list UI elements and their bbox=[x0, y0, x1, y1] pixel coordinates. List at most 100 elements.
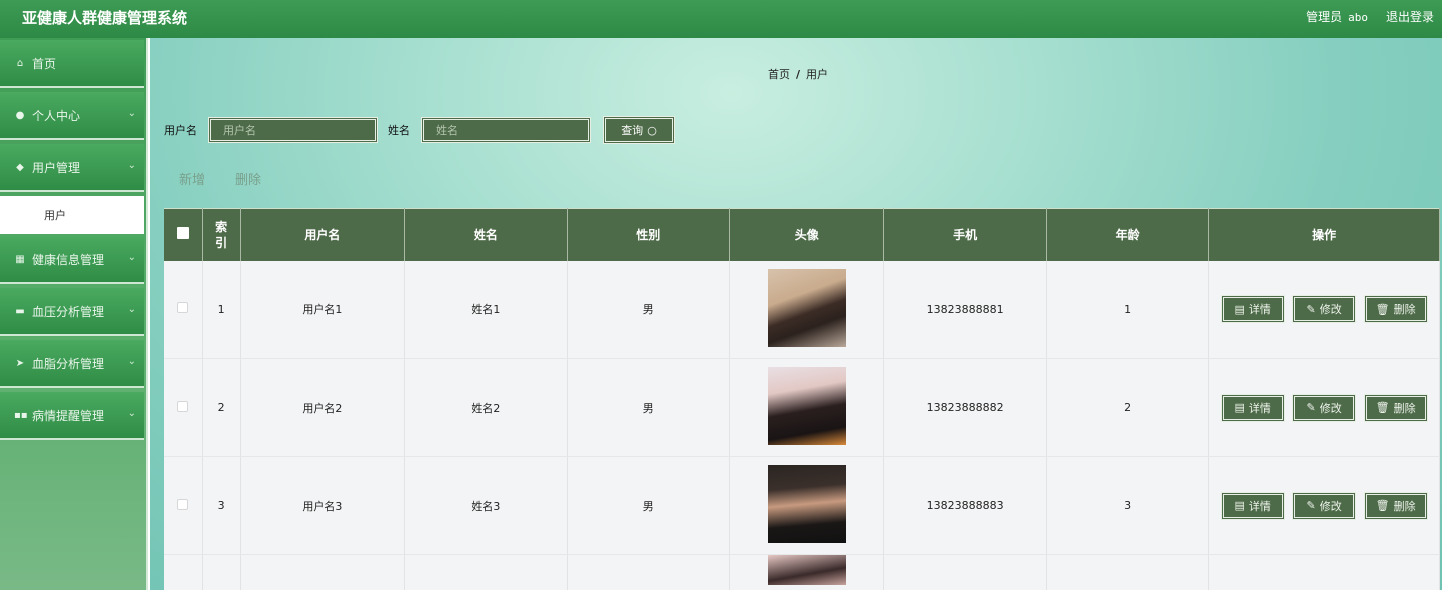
search-icon: ○ bbox=[647, 123, 657, 137]
document-icon: ▤ bbox=[1234, 302, 1245, 316]
table-row bbox=[164, 554, 1440, 590]
chevron-down-icon: ⌄ bbox=[127, 160, 136, 171]
column-header: 性别 bbox=[567, 208, 731, 261]
app-title: 亚健康人群健康管理系统 bbox=[22, 9, 188, 27]
table-row: 1 用户名1 姓名1 男 13823888881 1 ▤ 详情 ✎ 修改 🗑 删除 bbox=[164, 260, 1440, 359]
add-button[interactable]: 新增 bbox=[179, 169, 205, 188]
trash-icon: 🗑 bbox=[1375, 401, 1390, 414]
person-icon: ● bbox=[15, 109, 25, 121]
detail-button[interactable]: ▤ 详情 bbox=[1220, 393, 1285, 422]
row-actions: ▤ 详情 ✎ 修改 🗑 删除 bbox=[1208, 358, 1440, 457]
row-actions: ▤ 详情 ✎ 修改 🗑 删除 bbox=[1208, 456, 1440, 555]
column-header: 年龄 bbox=[1046, 208, 1210, 261]
sidebar-item-label: 血压分析管理 bbox=[32, 304, 105, 319]
document-icon: ▤ bbox=[1234, 401, 1245, 414]
row-checkbox[interactable] bbox=[177, 302, 189, 314]
user-table: 索引 用户名 姓名 性别 头像 手机 年龄 操作 1 用户名1 姓名1 男 13… bbox=[164, 208, 1440, 590]
pencil-icon: ✎ bbox=[1306, 401, 1316, 414]
row-gender: 男 bbox=[567, 456, 731, 555]
detail-button[interactable]: ▤ 详情 bbox=[1220, 491, 1285, 520]
home-icon: ⌂ bbox=[16, 57, 24, 69]
sidebar-item-user-management[interactable]: ◆ 用户管理 ⌄ bbox=[0, 144, 144, 192]
row-actions: ▤ 详情 ✎ 修改 🗑 删除 bbox=[1208, 260, 1440, 359]
row-username: 用户名3 bbox=[240, 456, 406, 555]
sidebar-item-personal-center[interactable]: ● 个人中心 ⌄ bbox=[0, 92, 144, 140]
column-header: 索引 bbox=[202, 208, 241, 261]
sidebar-item-label: 用户管理 bbox=[32, 160, 81, 175]
row-phone: 13823888882 bbox=[883, 358, 1047, 457]
document-icon: ▤ bbox=[1234, 499, 1245, 512]
delete-label: 删除 bbox=[1393, 401, 1416, 415]
apps-icon: ▪▪ bbox=[14, 409, 28, 421]
top-right-area: 管理员 abo 退出登录 bbox=[1306, 8, 1434, 25]
grid-icon: ▦ bbox=[15, 253, 25, 265]
sidebar-item-blood-lipid[interactable]: ➤ 血脂分析管理 ⌄ bbox=[0, 340, 144, 388]
breadcrumb-home[interactable]: 首页 bbox=[768, 68, 790, 81]
detail-label: 详情 bbox=[1248, 401, 1271, 415]
table-header-row: 索引 用户名 姓名 性别 头像 手机 年龄 操作 bbox=[164, 208, 1440, 261]
chevron-down-icon: ⌄ bbox=[127, 108, 136, 119]
sidebar-subitem-users[interactable]: 用户 bbox=[0, 196, 144, 234]
query-button[interactable]: 查询 ○ bbox=[603, 116, 675, 144]
query-label: 查询 bbox=[621, 124, 644, 137]
search-form: 用户名 姓名 查询 ○ bbox=[164, 116, 675, 144]
sidebar-item-health-info[interactable]: ▦ 健康信息管理 ⌄ bbox=[0, 236, 144, 284]
sidebar: ⌂ 首页 ● 个人中心 ⌄ ◆ 用户管理 ⌄ 用户 ▦ 健康信息管理 ⌄ ▬ 血… bbox=[0, 38, 148, 590]
column-header: 用户名 bbox=[240, 208, 406, 261]
sidebar-item-blood-pressure[interactable]: ▬ 血压分析管理 ⌄ bbox=[0, 288, 144, 336]
edit-button[interactable]: ✎ 修改 bbox=[1292, 393, 1357, 422]
row-index: 1 bbox=[202, 260, 241, 359]
edit-label: 修改 bbox=[1319, 303, 1342, 317]
current-user: 管理员 abo bbox=[1306, 8, 1368, 25]
row-age: 2 bbox=[1046, 358, 1210, 457]
sidebar-item-label: 首页 bbox=[32, 56, 57, 71]
users-icon: ◆ bbox=[16, 161, 24, 173]
column-header: 头像 bbox=[729, 208, 885, 261]
action-bar: 新增 删除 bbox=[179, 169, 261, 188]
delete-label: 删除 bbox=[1393, 499, 1416, 513]
breadcrumb: 首页 / 用户 bbox=[768, 66, 828, 82]
row-name: 姓名1 bbox=[404, 260, 568, 359]
breadcrumb-separator: / bbox=[796, 68, 801, 81]
edit-label: 修改 bbox=[1319, 401, 1342, 415]
row-checkbox[interactable] bbox=[177, 400, 189, 412]
sidebar-item-condition-reminder[interactable]: ▪▪ 病情提醒管理 ⌄ bbox=[0, 392, 144, 440]
pencil-icon: ✎ bbox=[1306, 302, 1316, 316]
row-age: 1 bbox=[1046, 260, 1210, 359]
delete-button[interactable]: 🗑 删除 bbox=[1363, 491, 1428, 520]
username-search-input[interactable] bbox=[208, 117, 378, 143]
edit-label: 修改 bbox=[1319, 499, 1342, 513]
trash-icon: 🗑 bbox=[1375, 302, 1390, 316]
sidebar-item-home[interactable]: ⌂ 首页 bbox=[0, 40, 144, 88]
avatar-image bbox=[767, 555, 846, 585]
select-all-cell bbox=[164, 208, 203, 261]
row-name: 姓名2 bbox=[404, 358, 568, 457]
avatar-image bbox=[767, 367, 846, 445]
column-header: 姓名 bbox=[404, 208, 568, 261]
chart-icon: ▬ bbox=[15, 305, 25, 317]
edit-button[interactable]: ✎ 修改 bbox=[1292, 295, 1357, 324]
delete-button[interactable]: 🗑 删除 bbox=[1363, 393, 1428, 422]
detail-label: 详情 bbox=[1248, 303, 1271, 317]
row-phone: 13823888881 bbox=[883, 260, 1047, 359]
chevron-down-icon: ⌄ bbox=[127, 408, 136, 419]
row-index: 2 bbox=[202, 358, 241, 457]
chevron-down-icon: ⌄ bbox=[127, 356, 136, 367]
username-label: 用户名 bbox=[164, 124, 197, 137]
user-role: 管理员 bbox=[1306, 10, 1343, 24]
logout-link[interactable]: 退出登录 bbox=[1386, 8, 1434, 25]
sidebar-item-label: 个人中心 bbox=[32, 108, 81, 123]
delete-button[interactable]: 🗑 删除 bbox=[1363, 295, 1428, 324]
avatar-image bbox=[767, 268, 846, 347]
row-checkbox[interactable] bbox=[177, 498, 189, 510]
batch-delete-button[interactable]: 删除 bbox=[235, 169, 261, 188]
send-icon: ➤ bbox=[15, 357, 25, 369]
sidebar-item-label: 血脂分析管理 bbox=[32, 356, 105, 371]
avatar-image bbox=[767, 465, 846, 543]
name-search-input[interactable] bbox=[421, 117, 591, 143]
detail-button[interactable]: ▤ 详情 bbox=[1220, 295, 1285, 324]
edit-button[interactable]: ✎ 修改 bbox=[1292, 491, 1357, 520]
row-username: 用户名1 bbox=[240, 260, 406, 359]
table-row: 3 用户名3 姓名3 男 13823888883 3 ▤ 详情 ✎ 修改 🗑 删除 bbox=[164, 456, 1440, 555]
select-all-checkbox[interactable] bbox=[176, 227, 189, 240]
